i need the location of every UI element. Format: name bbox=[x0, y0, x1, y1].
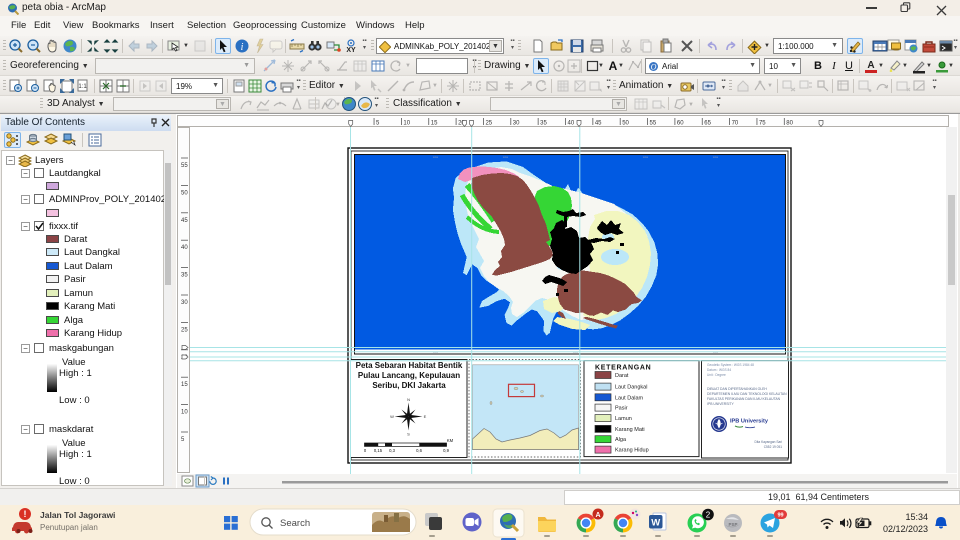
svg-text:Geodetic System : WGS 1984 48: Geodetic System : WGS 1984 48 bbox=[707, 363, 754, 367]
svg-text:W: W bbox=[651, 518, 660, 529]
svg-text:35: 35 bbox=[540, 121, 547, 127]
svg-text:!: ! bbox=[24, 509, 27, 519]
svg-text:35: 35 bbox=[181, 273, 188, 279]
svg-text:KETERANGAN: KETERANGAN bbox=[595, 365, 651, 372]
svg-text:i: i bbox=[241, 42, 244, 53]
svg-text:15: 15 bbox=[431, 121, 438, 127]
svg-text:Jalan Tol Jagorawi: Jalan Tol Jagorawi bbox=[40, 510, 115, 520]
svg-text:5: 5 bbox=[376, 121, 380, 127]
svg-text:50: 50 bbox=[622, 121, 629, 127]
svg-text:Pasir: Pasir bbox=[615, 406, 628, 412]
svg-text:Karang Mati: Karang Mati bbox=[615, 427, 645, 433]
svg-text:02/12/2023: 02/12/2023 bbox=[883, 524, 928, 534]
svg-text:Dita Kayangan Sari: Dita Kayangan Sari bbox=[755, 440, 783, 444]
svg-text:Peta Sebaran Habitat Bentik: Peta Sebaran Habitat Bentik bbox=[356, 361, 463, 370]
svg-text:Penutupan jalan: Penutupan jalan bbox=[40, 523, 98, 532]
svg-text:Laut Dangkal: Laut Dangkal bbox=[615, 385, 647, 391]
svg-text:10: 10 bbox=[403, 121, 410, 127]
svg-text:Unit : Degree: Unit : Degree bbox=[707, 373, 726, 377]
svg-text:1:1: 1:1 bbox=[78, 84, 87, 90]
svg-text:xxxx: xxxx bbox=[713, 156, 719, 159]
svg-text:Lamun: Lamun bbox=[615, 416, 632, 422]
svg-text:E: E bbox=[424, 414, 427, 419]
svg-text:IPB UNIVERSITY: IPB UNIVERSITY bbox=[707, 402, 734, 406]
svg-text:Seribu, DKI Jakarta: Seribu, DKI Jakarta bbox=[372, 381, 446, 390]
svg-text:45: 45 bbox=[181, 218, 188, 224]
svg-text:DEPARTEMEN ILMU DAN TEKNOLOGI: DEPARTEMEN ILMU DAN TEKNOLOGI KELAUTAN bbox=[707, 392, 787, 396]
svg-text:55: 55 bbox=[181, 163, 188, 169]
svg-text:80: 80 bbox=[786, 121, 793, 127]
svg-text:0,3: 0,3 bbox=[389, 448, 395, 453]
svg-text:30: 30 bbox=[181, 300, 188, 306]
svg-text:Search: Search bbox=[280, 518, 310, 529]
svg-text:25: 25 bbox=[485, 121, 492, 127]
svg-text:Darat: Darat bbox=[615, 373, 629, 379]
svg-text:65: 65 bbox=[704, 121, 711, 127]
svg-text:60: 60 bbox=[677, 121, 684, 127]
svg-text:N: N bbox=[407, 397, 410, 402]
svg-text:Laut Dalam: Laut Dalam bbox=[615, 395, 644, 401]
svg-text:25: 25 bbox=[181, 327, 188, 333]
svg-text:Alga: Alga bbox=[615, 437, 627, 443]
svg-text:30: 30 bbox=[513, 121, 520, 127]
svg-text:70: 70 bbox=[732, 121, 739, 127]
svg-text:O: O bbox=[651, 63, 657, 72]
svg-text:99: 99 bbox=[777, 513, 783, 519]
svg-text:50: 50 bbox=[181, 190, 188, 196]
svg-text:KM: KM bbox=[447, 438, 454, 443]
svg-text:S: S bbox=[407, 432, 410, 437]
svg-text:XY: XY bbox=[346, 47, 356, 54]
svg-text:C552 19 051: C552 19 051 bbox=[764, 445, 782, 449]
svg-text:0,15: 0,15 bbox=[374, 448, 383, 453]
svg-text:55: 55 bbox=[650, 121, 657, 127]
svg-text:Datum : WGS 84: Datum : WGS 84 bbox=[707, 368, 731, 372]
svg-text:40: 40 bbox=[181, 245, 188, 251]
svg-text:xxxx: xxxx bbox=[643, 156, 649, 159]
svg-text:Pulau Lancang, Kepulauan: Pulau Lancang, Kepulauan bbox=[358, 371, 460, 380]
svg-text:40: 40 bbox=[568, 121, 575, 127]
svg-text:10: 10 bbox=[181, 410, 188, 416]
svg-text:IPB University: IPB University bbox=[730, 419, 769, 425]
svg-text:Karang Hidup: Karang Hidup bbox=[615, 448, 649, 454]
svg-text:W: W bbox=[390, 414, 394, 419]
svg-text:15: 15 bbox=[181, 382, 188, 388]
svg-text:FAKULTAS PERIKANAN DAN ILMU KE: FAKULTAS PERIKANAN DAN ILMU KELAUTAN bbox=[707, 397, 781, 401]
svg-text:DIBUAT DAN DIPERTAHANKAN OLEH: DIBUAT DAN DIPERTAHANKAN OLEH bbox=[707, 387, 767, 391]
svg-text:xxxx: xxxx bbox=[503, 156, 509, 159]
svg-text:PSP: PSP bbox=[728, 522, 737, 527]
svg-text:45: 45 bbox=[595, 121, 602, 127]
svg-text:0,9: 0,9 bbox=[443, 448, 449, 453]
svg-text:0,6: 0,6 bbox=[416, 448, 422, 453]
svg-text:A: A bbox=[867, 60, 874, 71]
svg-text:2: 2 bbox=[706, 511, 711, 520]
svg-text:A: A bbox=[595, 512, 600, 519]
svg-text:75: 75 bbox=[759, 121, 766, 127]
svg-text:xxxx: xxxx bbox=[433, 156, 439, 159]
svg-text:5: 5 bbox=[181, 437, 185, 443]
svg-text:15:34: 15:34 bbox=[905, 512, 928, 522]
